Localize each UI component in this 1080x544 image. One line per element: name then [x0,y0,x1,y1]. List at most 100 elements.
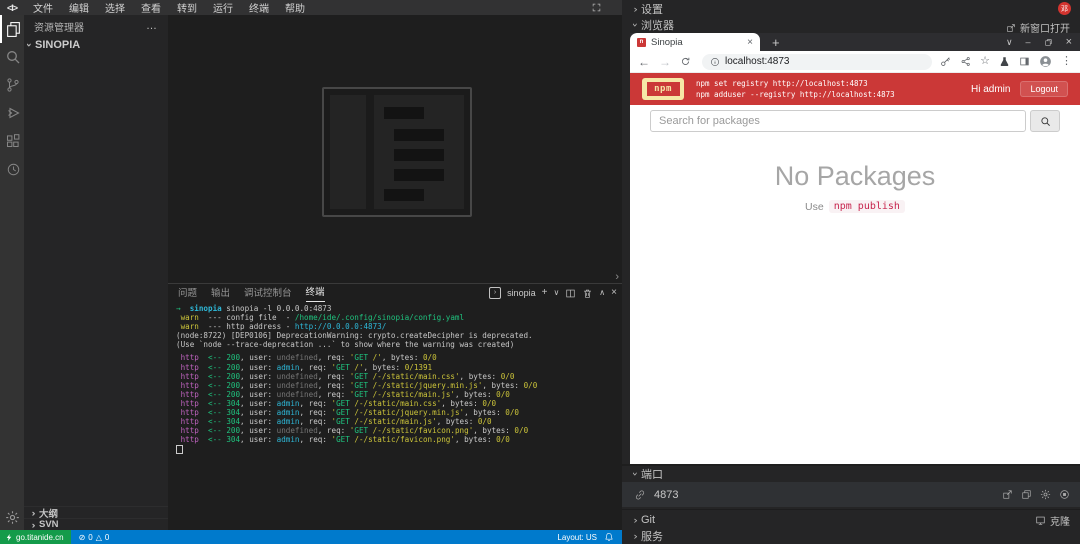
terminal-profile-icon: › [489,287,501,299]
browser-tab-title: Sinopia [651,37,747,48]
panel-tab-调试控制台[interactable]: 调试控制台 [244,285,292,302]
more-actions-icon[interactable]: … [146,20,158,32]
menu-item-转到[interactable]: 转到 [169,0,205,15]
tab-close-icon[interactable]: × [747,37,753,48]
problems-status[interactable]: ⊘ 0 △ 0 [79,533,110,542]
panel-tab-终端[interactable]: 终端 [306,284,325,302]
gear-icon [5,510,20,525]
terminal-line: http <-- 304, user: admin, req: 'GET /-/… [176,417,618,426]
menu-item-帮助[interactable]: 帮助 [277,0,313,15]
debug-icon [5,105,21,121]
panel-expand-icon[interactable]: › [615,271,619,283]
logout-button[interactable]: Logout [1020,81,1068,97]
npm-logo[interactable]: npm [642,78,684,100]
activity-search[interactable] [0,43,24,71]
menu-item-查看[interactable]: 查看 [133,0,169,15]
key-icon[interactable] [940,56,951,67]
git-branch-icon [5,77,21,93]
section-git[interactable]: › Git [622,509,1080,529]
site-info-icon[interactable] [710,57,720,67]
embedded-browser: n Sinopia × + ∨ – × ← → localhost:4 [630,33,1080,464]
flask-icon[interactable] [999,56,1010,67]
sidebar-title: 资源管理器 [34,19,146,34]
section-svn[interactable]: › SVN [24,518,168,530]
menu-item-文件[interactable]: 文件 [25,0,61,15]
restore-icon[interactable] [1044,38,1053,47]
open-in-browser-icon[interactable] [1002,489,1013,500]
terminal-dropdown-icon[interactable]: ∨ [553,288,559,298]
fullscreen-icon[interactable] [592,3,601,12]
bell-icon[interactable] [604,532,614,542]
panel-tab-问题[interactable]: 问题 [178,285,197,302]
tree-item-sinopia[interactable]: › SINOPIA [24,37,168,53]
search-input[interactable] [650,110,1026,132]
menu-item-编辑[interactable]: 编辑 [61,0,97,15]
terminal-line: http <-- 304, user: admin, req: 'GET /-/… [176,408,618,417]
section-ports[interactable]: › 端口 [622,466,1080,482]
menu-item-终端[interactable]: 终端 [241,0,277,15]
minimize-icon[interactable]: – [1026,38,1031,47]
app-logo: <I> [7,3,17,13]
bookmark-star-icon[interactable]: ☆ [980,56,990,67]
remote-indicator[interactable]: go.titanide.cn [0,530,71,544]
search-row [630,105,1080,137]
copy-icon[interactable] [1021,489,1032,500]
lightning-icon [5,533,13,542]
new-terminal-button[interactable]: + [542,288,548,298]
url-field[interactable]: localhost:4873 [702,54,932,70]
activity-timeline[interactable] [0,155,24,183]
menu-item-选择[interactable]: 选择 [97,0,133,15]
menu-item-运行[interactable]: 运行 [205,0,241,15]
keyboard-layout[interactable]: Layout: US [557,533,597,542]
panel-tab-输出[interactable]: 输出 [211,285,230,302]
back-icon[interactable]: ← [638,55,650,69]
activity-explorer[interactable] [0,15,24,43]
npm-publish-code: npm publish [829,200,905,213]
git-clone-button[interactable]: 克隆 [1035,513,1070,528]
close-window-icon[interactable]: × [1066,38,1072,47]
profile-avatar-icon[interactable] [1039,55,1052,68]
reload-icon[interactable] [680,56,691,67]
search-button[interactable] [1030,110,1060,132]
activity-source-control[interactable] [0,71,24,99]
kill-terminal-icon[interactable] [582,288,593,299]
side-panel-icon[interactable] [1019,56,1030,67]
port-settings-gear-icon[interactable] [1040,489,1051,500]
terminal-line: http <-- 200, user: undefined, req: 'GET… [176,372,618,381]
terminal-name[interactable]: sinopia [507,288,536,298]
ports-label: 端口 [641,466,663,482]
split-terminal-icon[interactable] [565,288,576,299]
section-settings[interactable]: › 设置 [622,0,1080,17]
forward-icon[interactable]: → [659,55,671,69]
maximize-panel-icon[interactable]: ∧ [599,288,605,298]
manage-button[interactable] [0,510,24,525]
terminal-cursor [176,445,183,455]
chevron-right-icon: › [633,515,637,525]
warning-icon: △ [96,533,102,542]
git-label: Git [641,514,655,526]
browser-content: No Packages Use npm publish [630,137,1080,464]
port-row[interactable]: 4873 [622,482,1080,507]
activity-run-debug[interactable] [0,99,24,127]
share-icon[interactable] [960,56,971,67]
tab-list-icon[interactable]: ∨ [1006,38,1013,47]
settings-label: 设置 [641,1,663,17]
empty-editor-watermark [322,87,472,217]
terminal-line: http <-- 200, user: undefined, req: 'GET… [176,390,618,399]
section-services[interactable]: › 服务 [622,528,1080,544]
section-outline[interactable]: › 大纲 [24,506,168,518]
user-badge[interactable]: 邓 [1058,2,1071,15]
browser-tab[interactable]: n Sinopia × [630,33,760,51]
url-text: localhost:4873 [725,56,790,67]
npm-logo-text: npm [647,82,680,96]
browser-menu-icon[interactable]: ⋮ [1061,56,1072,67]
activity-extensions[interactable] [0,127,24,155]
error-icon: ⊘ [79,533,86,542]
menu-bar: 文件编辑选择查看转到运行终端帮助 [25,0,313,15]
stop-port-icon[interactable] [1059,489,1070,500]
terminal-panel: 问题输出调试控制台终端 › sinopia + ∨ ∧ × → sinopia … [168,283,622,531]
terminal-line: http <-- 200, user: admin, req: 'GET /',… [176,363,618,372]
new-tab-button[interactable]: + [772,35,780,50]
ide-window: <I> 文件编辑选择查看转到运行终端帮助 资源管理器 … › SINOPIA ›… [0,0,1080,544]
close-panel-icon[interactable]: × [611,288,617,298]
